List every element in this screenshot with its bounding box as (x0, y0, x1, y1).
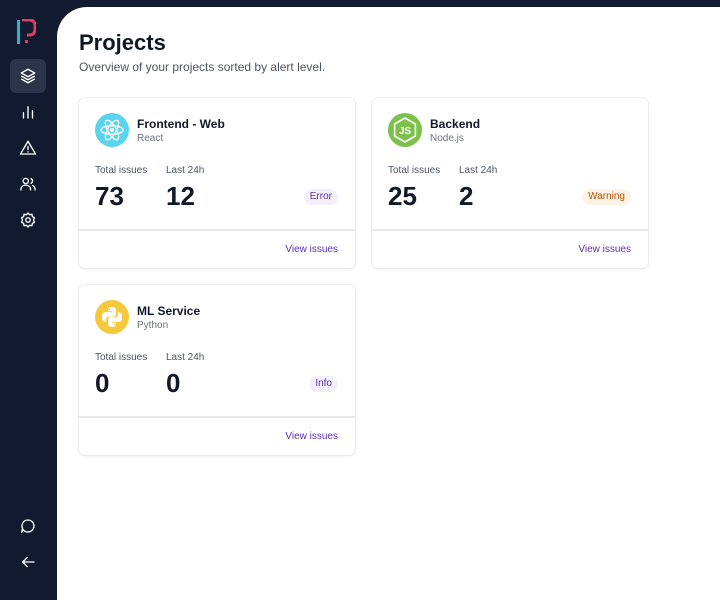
sidebar-item-alerts[interactable] (10, 131, 46, 165)
layers-icon (20, 68, 36, 84)
card-divider (79, 229, 355, 231)
last-24h-value: 0 (166, 368, 181, 398)
alert-triangle-icon (19, 140, 37, 155)
collapse-sidebar-button[interactable] (10, 545, 46, 579)
project-card-backend[interactable]: JS Backend Node.js Total issues Last 24h… (372, 98, 648, 268)
project-name: Frontend - Web (137, 117, 225, 131)
total-issues-label: Total issues (95, 352, 148, 363)
page-title: Projects (79, 30, 166, 55)
project-card-frontend[interactable]: Frontend - Web React Total issues Last 2… (79, 98, 355, 268)
card-divider (79, 416, 355, 418)
view-issues-link[interactable]: View issues (285, 244, 338, 255)
arrow-left-icon (22, 556, 35, 568)
settings-icon (20, 212, 36, 228)
sidebar-item-projects[interactable] (10, 59, 46, 93)
project-name: Backend (430, 117, 481, 131)
chat-bubble-icon (20, 519, 35, 534)
card-divider (372, 229, 648, 231)
total-issues-value: 73 (95, 181, 124, 211)
total-issues-label: Total issues (95, 165, 148, 176)
last-24h-value: 2 (459, 181, 474, 211)
users-icon (20, 177, 36, 191)
project-card-ml-service[interactable]: ML Service Python Total issues Last 24h … (79, 285, 355, 455)
react-icon (95, 113, 129, 147)
total-issues-value: 0 (95, 368, 110, 398)
alert-level-badge: Info (309, 376, 338, 392)
sidebar (0, 0, 56, 600)
last-24h-label: Last 24h (459, 165, 498, 176)
project-platform: Node.js (430, 133, 464, 144)
total-issues-value: 25 (388, 181, 417, 211)
alert-level-badge: Error (303, 189, 338, 205)
last-24h-value: 12 (166, 181, 195, 211)
sidebar-item-team[interactable] (10, 167, 46, 201)
view-issues-link[interactable]: View issues (285, 431, 338, 442)
sidebar-item-stats[interactable] (10, 95, 46, 129)
nodejs-icon: JS (388, 113, 422, 147)
bar-chart-icon (22, 106, 34, 119)
project-name: ML Service (137, 304, 201, 318)
total-issues-label: Total issues (388, 165, 441, 176)
svg-text:JS: JS (399, 126, 412, 137)
main-panel: Projects Overview of your projects sorte… (57, 7, 720, 600)
last-24h-label: Last 24h (166, 165, 205, 176)
sidebar-item-settings[interactable] (10, 203, 46, 237)
python-icon (95, 300, 129, 334)
project-platform: Python (137, 320, 169, 331)
last-24h-label: Last 24h (166, 352, 205, 363)
app-logo-icon[interactable] (16, 19, 36, 45)
project-platform: React (137, 133, 164, 144)
alert-level-badge: Warning (582, 189, 631, 205)
view-issues-link[interactable]: View issues (578, 244, 631, 255)
chat-button[interactable] (10, 509, 46, 543)
page-subtitle: Overview of your projects sorted by aler… (79, 60, 326, 74)
